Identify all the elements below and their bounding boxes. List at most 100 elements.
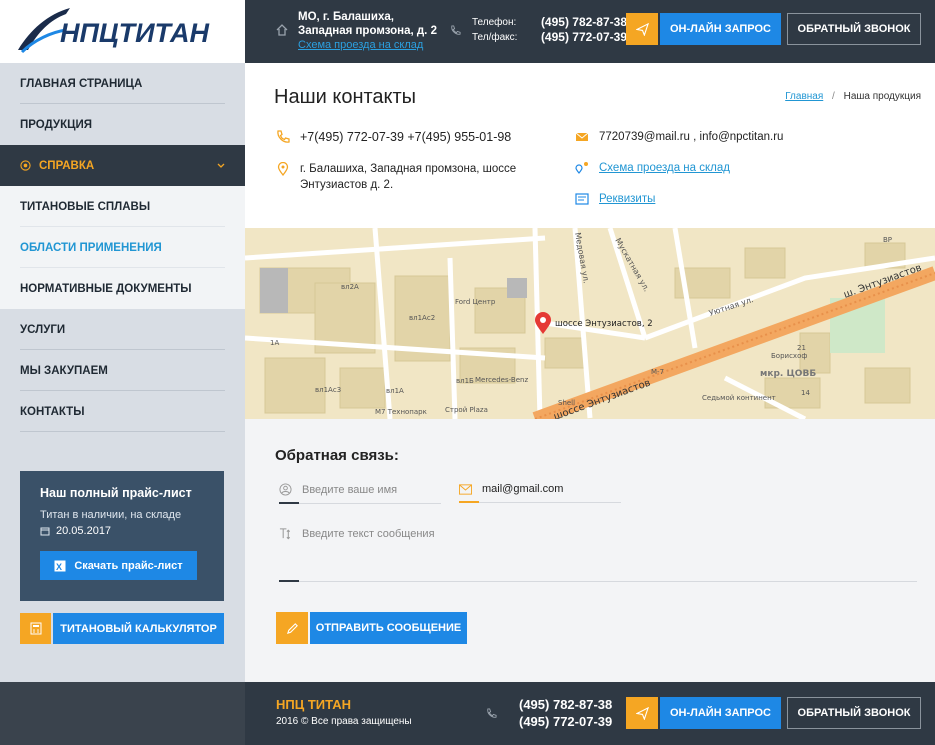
map-place-tsovb: мкр. ЦОВБ [760, 369, 816, 379]
scheme-link[interactable]: Схема проезда на склад [599, 160, 730, 177]
titanium-calculator-label: ТИТАНОВЫЙ КАЛЬКУЛЯТОР [53, 613, 224, 644]
fax-label: Тел/факс: [472, 32, 518, 43]
callback-button[interactable]: ОБРАТНЫЙ ЗВОНОК [787, 13, 921, 45]
header-phones: Телефон: (495) 782-87-38 Тел/факс: (495) 7… [472, 15, 627, 45]
download-price-button[interactable]: X Скачать прайс-лист [40, 551, 197, 580]
titanium-calculator-button[interactable]: ТИТАНОВЫЙ КАЛЬКУЛЯТОР [20, 613, 224, 644]
email-field[interactable]: mail@gmail.com [459, 483, 621, 503]
online-request-button[interactable]: ОН-ЛАЙН ЗАПРОС [626, 13, 781, 45]
breadcrumb-separator: / [832, 91, 835, 102]
sidebar-item-reference[interactable]: СПРАВКА [0, 145, 245, 186]
sidebar-item-titanium-alloys[interactable]: ТИТАНОВЫЕ СПЛАВЫ [0, 186, 245, 227]
breadcrumb-home-link[interactable]: Главная [785, 91, 823, 102]
address-line2: Западная промзона, д. 2 [298, 25, 437, 37]
map-place-stroy-plaza: Строй Plaza [445, 406, 488, 414]
map-label-bp: BP [883, 236, 892, 244]
calendar-icon [40, 527, 50, 536]
contact-phones-text[interactable]: +7(495) 772-07-39 +7(495) 955-01-98 [300, 129, 511, 146]
sidebar-item-label: ТИТАНОВЫЕ СПЛАВЫ [20, 200, 151, 213]
envelope-icon [575, 132, 589, 141]
price-list-date-value: 20.05.2017 [56, 525, 112, 537]
calculator-icon [20, 613, 51, 644]
map-place-mercedes: Mercedes-Benz [475, 376, 528, 384]
sidebar-item-label: КОНТАКТЫ [20, 405, 85, 418]
send-message-button[interactable]: ОТПРАВИТЬ СООБЩЕНИЕ [276, 612, 467, 644]
contact-emails-text[interactable]: 7720739@mail.ru , info@npctitan.ru [599, 129, 783, 146]
contact-emails: 7720739@mail.ru , info@npctitan.ru [575, 129, 783, 146]
envelope-icon [459, 483, 472, 495]
footer-phone2[interactable]: (495) 772-07-39 [519, 713, 612, 730]
map-label-vl2a: вл2А [341, 283, 359, 291]
map-label-vl1a: вл1А [386, 387, 404, 395]
send-icon [626, 13, 658, 45]
name-field[interactable]: Введите ваше имя [279, 483, 441, 504]
map-label-14: 14 [801, 389, 810, 397]
footer-phone1[interactable]: (495) 782-87-38 [519, 696, 612, 713]
sidebar-item-applications[interactable]: ОБЛАСТИ ПРИМЕНЕНИЯ [0, 227, 245, 268]
contact-requisites: Реквизиты [575, 191, 655, 208]
sidebar-item-documents[interactable]: НОРМАТИВНЫЕ ДОКУМЕНТЫ [0, 268, 245, 309]
send-message-label: ОТПРАВИТЬ СООБЩЕНИЕ [310, 612, 467, 644]
price-list-title: Наш полный прайс-лист [40, 486, 192, 500]
sidebar-item-label: ГЛАВНАЯ СТРАНИЦА [20, 77, 143, 90]
map-place-sedmoy: Седьмой континент [702, 394, 776, 402]
footer-brand: НПЦ ТИТАН [276, 697, 352, 712]
feedback-section: Обратная связь: Введите ваше имя mail@gm… [245, 419, 935, 682]
footer: НПЦ ТИТАН 2016 © Все права защищены (495… [0, 682, 935, 745]
svg-text:X: X [56, 562, 62, 572]
sidebar-item-label: ПРОДУКЦИЯ [20, 118, 93, 131]
name-placeholder: Введите ваше имя [302, 483, 398, 496]
map-label-21: 21 [797, 344, 806, 352]
logo[interactable]: НПЦТИТАН [0, 0, 245, 63]
address-line1: МО, г. Балашиха, [298, 11, 394, 23]
map-marker-icon [277, 162, 289, 176]
contact-address-text: г. Балашиха, Западная промзона, шоссе Эн… [300, 163, 517, 191]
contact-address: г. Балашиха, Западная промзона, шоссе Эн… [276, 161, 536, 193]
sidebar-item-home[interactable]: ГЛАВНАЯ СТРАНИЦА [0, 63, 245, 104]
footer-copyright: 2016 © Все права защищены [276, 716, 412, 727]
map-canvas[interactable]: вл2А вл1Ас2 1А вл1Ас3 вл1А вл1Б М-7 21 1… [245, 228, 935, 419]
text-size-icon [279, 528, 291, 540]
location-route-icon [575, 162, 588, 174]
phone-icon [451, 25, 461, 35]
callback-label: ОБРАТНЫЙ ЗВОНОК [797, 23, 911, 35]
footer-callback-label: ОБРАТНЫЙ ЗВОНОК [797, 707, 911, 719]
header-phone[interactable]: (495) 782-87-38 [541, 15, 627, 30]
sidebar-item-contacts[interactable]: КОНТАКТЫ [0, 391, 245, 432]
sidebar-item-label: НОРМАТИВНЫЕ ДОКУМЕНТЫ [20, 282, 192, 295]
map[interactable]: вл2А вл1Ас2 1А вл1Ас3 вл1А вл1Б М-7 21 1… [245, 228, 935, 419]
sidebar-item-products[interactable]: ПРОДУКЦИЯ [0, 104, 245, 145]
logo-text: НПЦТИТАН [60, 18, 209, 48]
price-list-date: 20.05.2017 [40, 525, 204, 537]
map-label-m7: М-7 [651, 368, 664, 376]
footer-callback-button[interactable]: ОБРАТНЫЙ ЗВОНОК [787, 697, 921, 729]
contact-phones: +7(495) 772-07-39 +7(495) 955-01-98 [276, 129, 511, 146]
map-place-ford: Ford Центр [455, 298, 496, 306]
header-address: МО, г. Балашиха, Западная промзона, д. 2… [298, 10, 437, 52]
map-label-1a: 1А [270, 339, 279, 347]
send-icon [626, 697, 658, 729]
feedback-title: Обратная связь: [275, 447, 399, 464]
footer-online-request-button[interactable]: ОН-ЛАЙН ЗАПРОС [626, 697, 781, 729]
sidebar-item-we-buy[interactable]: МЫ ЗАКУПАЕМ [0, 350, 245, 391]
logo-icon: НПЦТИТАН [18, 8, 209, 54]
message-placeholder: Введите текст сообщения [302, 527, 435, 540]
header-scheme-link[interactable]: Схема проезда на склад [298, 39, 423, 51]
sidebar-item-label: МЫ ЗАКУПАЕМ [20, 364, 108, 377]
circle-dot-icon [20, 160, 31, 171]
breadcrumb-current: Наша продукция [843, 91, 921, 102]
page-title: Наши контакты [274, 86, 417, 108]
map-label-vl1ac3: вл1Ас3 [315, 386, 341, 394]
online-request-label: ОН-ЛАЙН ЗАПРОС [660, 13, 781, 45]
header: НПЦТИТАН МО, г. Балашиха, Западная промз… [0, 0, 935, 63]
requisites-link[interactable]: Реквизиты [599, 191, 655, 208]
email-value: mail@gmail.com [482, 483, 564, 495]
download-price-label: Скачать прайс-лист [74, 559, 183, 572]
sidebar-item-label: ОБЛАСТИ ПРИМЕНЕНИЯ [20, 241, 162, 254]
footer-left-panel [0, 682, 245, 745]
message-field[interactable]: Введите текст сообщения [279, 527, 917, 582]
sidebar-item-services[interactable]: УСЛУГИ [0, 309, 245, 350]
header-fax[interactable]: (495) 772-07-39 [541, 30, 627, 45]
chevron-down-icon [217, 163, 225, 168]
footer-online-request-label: ОН-ЛАЙН ЗАПРОС [660, 697, 781, 729]
